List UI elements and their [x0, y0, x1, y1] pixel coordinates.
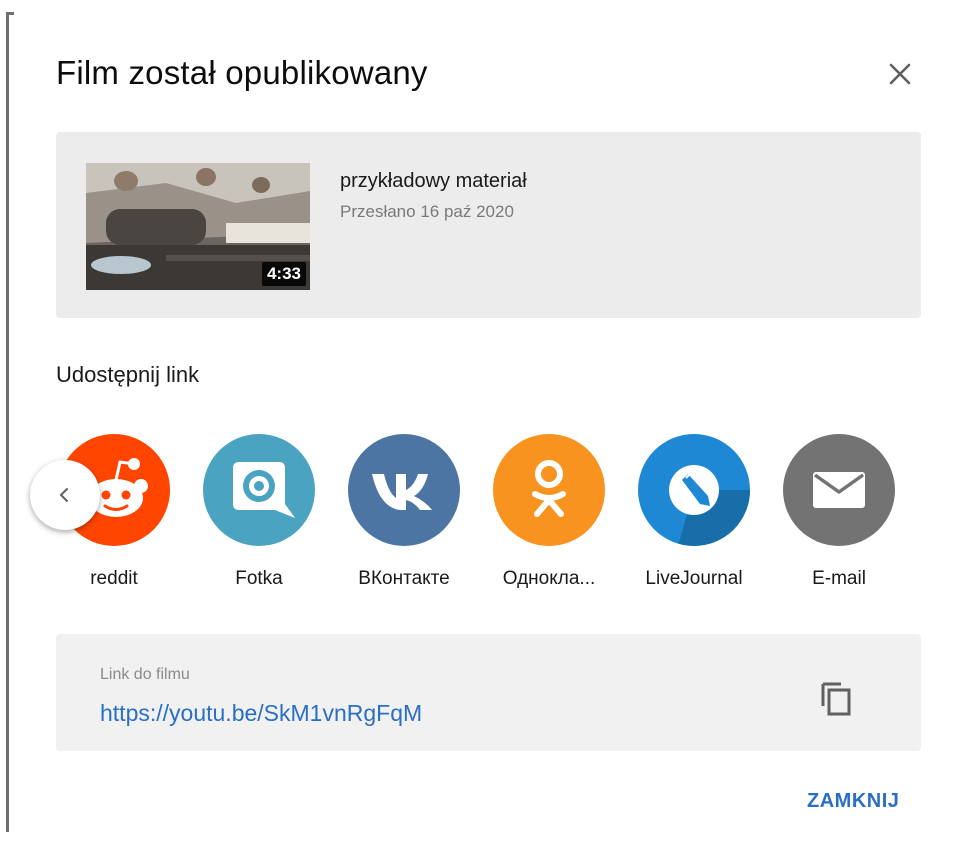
share-label-vk: ВКонтакте [358, 568, 450, 589]
share-label-email: E-mail [812, 568, 866, 589]
chevron-left-icon [59, 488, 68, 502]
video-link[interactable]: https://youtu.be/SkM1vnRgFqM [100, 700, 422, 727]
dialog-title: Film został opublikowany [56, 54, 428, 91]
video-title: przykładowy materiał [340, 170, 527, 192]
video-upload-date: Przesłano 16 paź 2020 [340, 202, 514, 221]
share-odnoklassniki[interactable]: Однокла... [493, 434, 605, 590]
share-prev-button[interactable] [30, 460, 100, 530]
email-icon [783, 434, 895, 546]
share-vk[interactable]: ВКонтакте [348, 434, 460, 590]
publish-dialog: Film został opublikowany 4:33 przykładow… [14, 0, 955, 843]
share-label-reddit: reddit [90, 568, 138, 589]
close-button[interactable] [882, 56, 918, 92]
window-edge-corner [6, 12, 14, 15]
share-label-livejournal: LiveJournal [645, 568, 743, 589]
share-heading: Udostępnij link [56, 362, 200, 387]
share-label-odnoklassniki: Однокла... [502, 568, 596, 589]
video-duration: 4:33 [261, 262, 306, 286]
share-email[interactable]: E-mail [783, 434, 895, 590]
video-link-box: Link do filmu https://youtu.be/SkM1vnRgF… [56, 634, 921, 751]
vk-icon [348, 434, 460, 546]
copy-link-button[interactable] [815, 676, 857, 718]
odnoklassniki-icon [493, 434, 605, 546]
copy-icon [821, 682, 851, 716]
link-caption: Link do filmu [100, 666, 190, 683]
window-edge [6, 12, 9, 832]
close-icon [889, 63, 911, 85]
share-fotka[interactable]: Fotka [203, 434, 315, 590]
share-label-fotka: Fotka [235, 568, 283, 589]
livejournal-icon [638, 434, 750, 546]
fotka-icon [203, 434, 315, 546]
close-dialog-button[interactable]: ZAMKNIJ [807, 790, 899, 813]
share-livejournal[interactable]: LiveJournal [638, 434, 750, 590]
video-thumbnail[interactable]: 4:33 [86, 163, 310, 290]
video-card: 4:33 przykładowy materiał Przesłano 16 p… [56, 132, 921, 318]
